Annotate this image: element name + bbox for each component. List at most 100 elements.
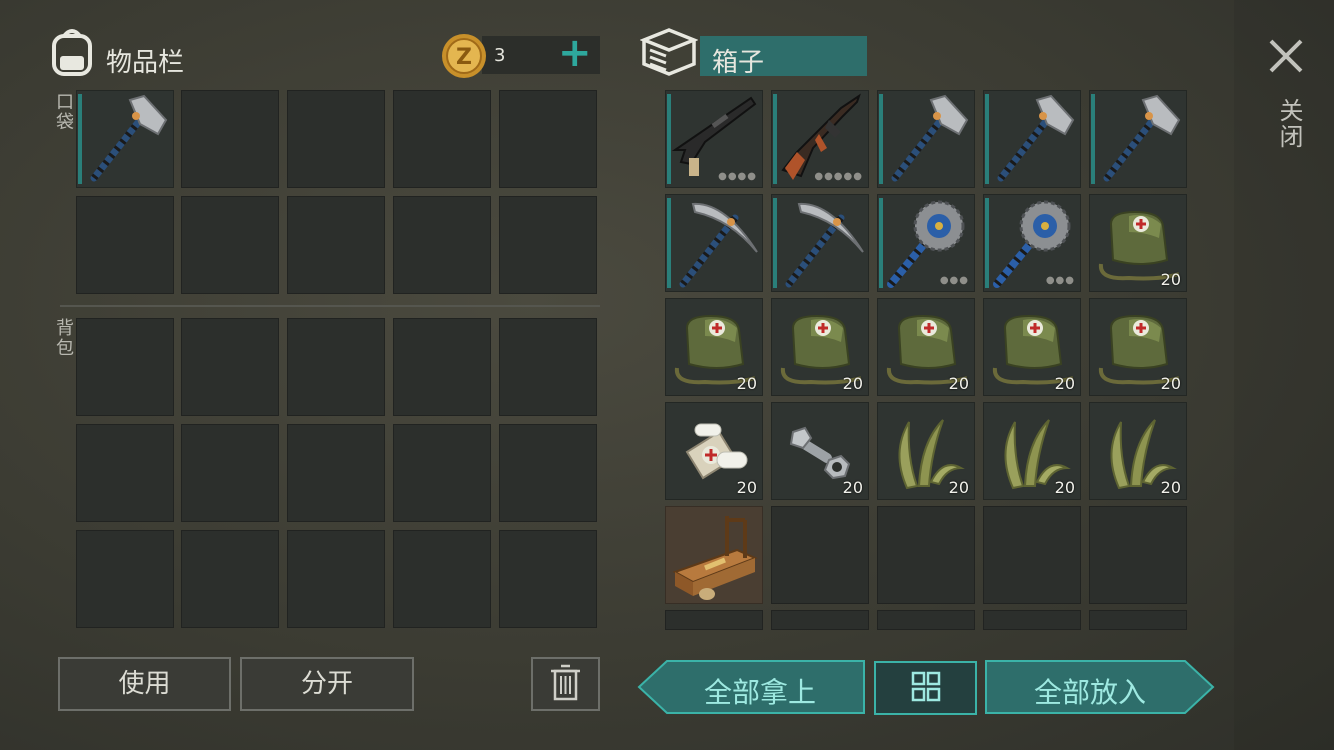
durability-bar: [1091, 94, 1095, 184]
stack-count: 20: [736, 374, 757, 393]
durability-bar: [773, 94, 777, 184]
backpack-label: 背包: [53, 318, 74, 358]
backpack-slot[interactable]: [287, 424, 385, 522]
container-slot[interactable]: [983, 90, 1081, 188]
stack-count: 20: [842, 374, 863, 393]
durability-bar: [773, 198, 777, 288]
ammo-dots: ●●●●●: [814, 171, 863, 182]
container-slot[interactable]: [877, 90, 975, 188]
backpack-slot[interactable]: [181, 424, 279, 522]
stack-count: 20: [736, 478, 757, 497]
trash-icon: [551, 664, 580, 701]
ammo-dots: ●●●: [939, 275, 969, 286]
container-slot[interactable]: 20: [771, 402, 869, 500]
ammo-dots: ●●●●: [718, 171, 757, 182]
pocket-slot[interactable]: [287, 90, 385, 188]
container-slot[interactable]: ●●●●●: [771, 90, 869, 188]
use-button[interactable]: 使用: [58, 657, 231, 711]
container-slot[interactable]: 20: [1089, 194, 1187, 292]
stack-count: 20: [1160, 270, 1181, 289]
durability-bar: [879, 94, 883, 184]
container-slot[interactable]: [665, 194, 763, 292]
stack-count: 20: [948, 478, 969, 497]
pocket-slot[interactable]: [287, 196, 385, 294]
backpack-slot[interactable]: [499, 530, 597, 628]
take-all-label: 全部拿上: [703, 676, 816, 709]
pocket-slot[interactable]: [76, 196, 174, 294]
backpack-slot[interactable]: [76, 318, 174, 416]
container-slot[interactable]: [665, 506, 763, 604]
backpack-slot[interactable]: [499, 318, 597, 416]
grid-sort-icon: [911, 671, 941, 702]
container-slot[interactable]: 20: [983, 402, 1081, 500]
inventory-title: 物品栏: [106, 48, 185, 78]
container-slot[interactable]: ●●●●: [665, 90, 763, 188]
container-slot[interactable]: 20: [983, 298, 1081, 396]
container-slot[interactable]: 20: [877, 402, 975, 500]
split-button[interactable]: 分开: [240, 657, 414, 711]
durability-bar: [667, 198, 671, 288]
container-slot[interactable]: [771, 194, 869, 292]
durability-bar: [879, 198, 883, 288]
container-slot[interactable]: [877, 610, 975, 630]
pocket-slot[interactable]: [181, 196, 279, 294]
durability-bar: [985, 198, 989, 288]
container-slot[interactable]: 20: [665, 298, 763, 396]
backpack-slot[interactable]: [393, 530, 491, 628]
container-slot[interactable]: [983, 610, 1081, 630]
durability-bar: [667, 94, 671, 184]
stack-count: 20: [1054, 374, 1075, 393]
backpack-slot[interactable]: [76, 424, 174, 522]
pocket-slot[interactable]: [393, 90, 491, 188]
section-divider: [60, 305, 600, 307]
stack-count: 20: [1054, 478, 1075, 497]
pocket-slot[interactable]: [499, 196, 597, 294]
put-all-label: 全部放入: [1033, 676, 1146, 709]
container-slot[interactable]: 20: [1089, 402, 1187, 500]
stack-count: 20: [1160, 478, 1181, 497]
pocket-slot[interactable]: [76, 90, 174, 188]
container-slot[interactable]: [877, 506, 975, 604]
backpack-slot[interactable]: [393, 424, 491, 522]
backpack-icon: [48, 26, 96, 76]
stack-count: 20: [842, 478, 863, 497]
right-panel-edge: [1234, 0, 1334, 750]
container-slot[interactable]: ●●●: [877, 194, 975, 292]
durability-bar: [985, 94, 989, 184]
container-slot[interactable]: [1089, 506, 1187, 604]
coin-icon: Z: [440, 32, 488, 80]
container-slot[interactable]: 20: [771, 298, 869, 396]
trash-button[interactable]: [531, 657, 600, 711]
backpack-slot[interactable]: [76, 530, 174, 628]
durability-bar: [78, 94, 82, 184]
stack-count: 20: [1160, 374, 1181, 393]
backpack-slot[interactable]: [181, 530, 279, 628]
ammo-dots: ●●●: [1045, 275, 1075, 286]
svg-text:Z: Z: [456, 45, 472, 70]
container-slot[interactable]: 20: [877, 298, 975, 396]
stack-count: 20: [948, 374, 969, 393]
backpack-slot[interactable]: [181, 318, 279, 416]
sort-button[interactable]: [874, 661, 977, 715]
pocket-slot[interactable]: [181, 90, 279, 188]
container-slot[interactable]: 20: [1089, 298, 1187, 396]
container-title: 箱子: [712, 48, 765, 78]
coin-count: 3: [494, 45, 506, 66]
container-slot[interactable]: 20: [665, 402, 763, 500]
container-slot[interactable]: [771, 506, 869, 604]
backpack-slot[interactable]: [393, 318, 491, 416]
backpack-slot[interactable]: [499, 424, 597, 522]
pocket-label: 口袋: [53, 92, 74, 132]
container-slot[interactable]: [771, 610, 869, 630]
backpack-slot[interactable]: [287, 530, 385, 628]
container-slot[interactable]: [665, 610, 763, 630]
container-slot[interactable]: ●●●: [983, 194, 1081, 292]
container-slot[interactable]: [1089, 90, 1187, 188]
container-slot[interactable]: [1089, 610, 1187, 630]
backpack-slot[interactable]: [287, 318, 385, 416]
pocket-slot[interactable]: [393, 196, 491, 294]
container-slot[interactable]: [983, 506, 1081, 604]
pocket-slot[interactable]: [499, 90, 597, 188]
box-icon: [639, 26, 699, 78]
add-coins-button[interactable]: +: [558, 30, 592, 76]
